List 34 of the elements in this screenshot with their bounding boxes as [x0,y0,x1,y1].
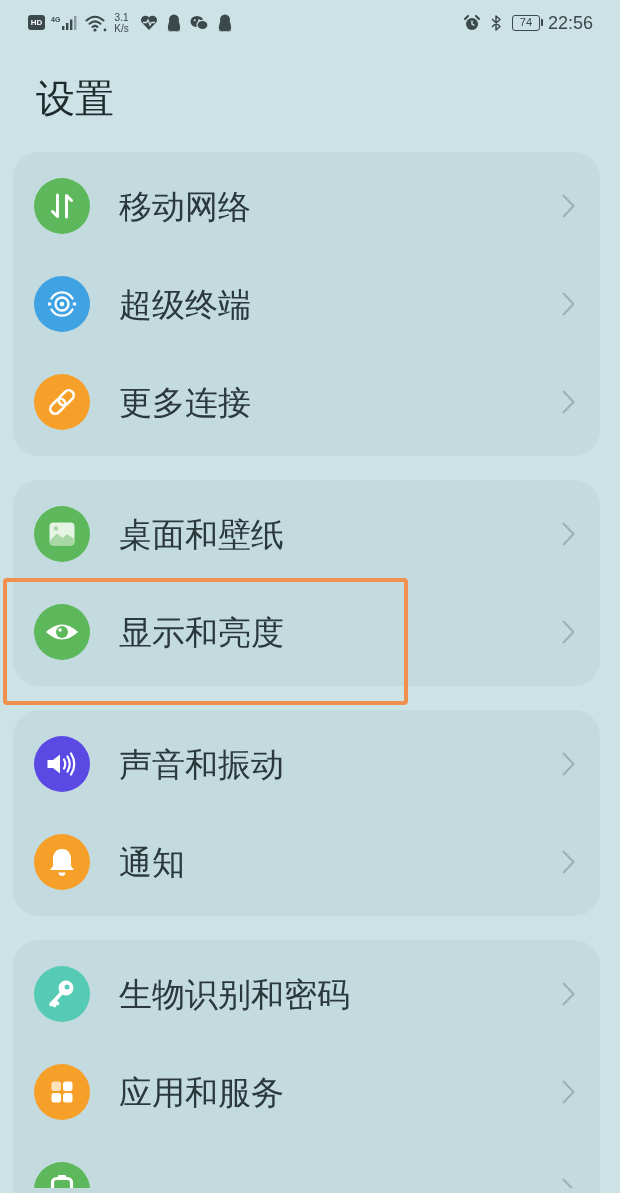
speed-unit: K/s [114,22,129,34]
wifi-icon [85,13,108,32]
chevron-right-icon [562,850,575,874]
settings-item[interactable]: 声音和振动 [13,715,600,813]
chevron-right-icon [562,292,575,316]
bluetooth-icon [489,13,502,32]
chat-bubbles-icon [189,14,209,31]
settings-item[interactable]: 桌面和壁纸 [13,485,600,583]
alarm-clock-icon [463,14,480,31]
clock-time: 22:56 [547,13,593,32]
settings-item[interactable]: 显示和亮度 [13,583,600,681]
battery-cap-icon [540,19,543,26]
settings-item[interactable]: 更多连接 [13,353,600,451]
chevron-right-icon [562,1080,575,1104]
penguin-icon [165,13,182,32]
settings-item[interactable]: 通知 [13,813,600,911]
chevron-right-icon [562,752,575,776]
speed-value: 3.1 [114,11,129,23]
penguin-icon [216,13,233,32]
settings-item[interactable]: 移动网络 [13,157,600,255]
chevron-right-icon [562,982,575,1006]
settings-item[interactable]: 超级终端 [13,255,600,353]
chevron-right-icon [562,390,575,414]
page-title: 设置 [36,79,114,118]
chevron-right-icon [562,620,575,644]
settings-item[interactable]: 生物识别和密码 [13,945,600,1043]
signal-icon [61,14,78,31]
hd-badge: HD [28,15,45,30]
heart-pulse-icon [139,15,158,30]
chevron-right-icon [562,1178,575,1188]
settings-item[interactable]: 应用和服务 [13,1043,600,1141]
battery-indicator: 74 [511,14,540,31]
chevron-right-icon [562,522,575,546]
chevron-right-icon [562,194,575,218]
